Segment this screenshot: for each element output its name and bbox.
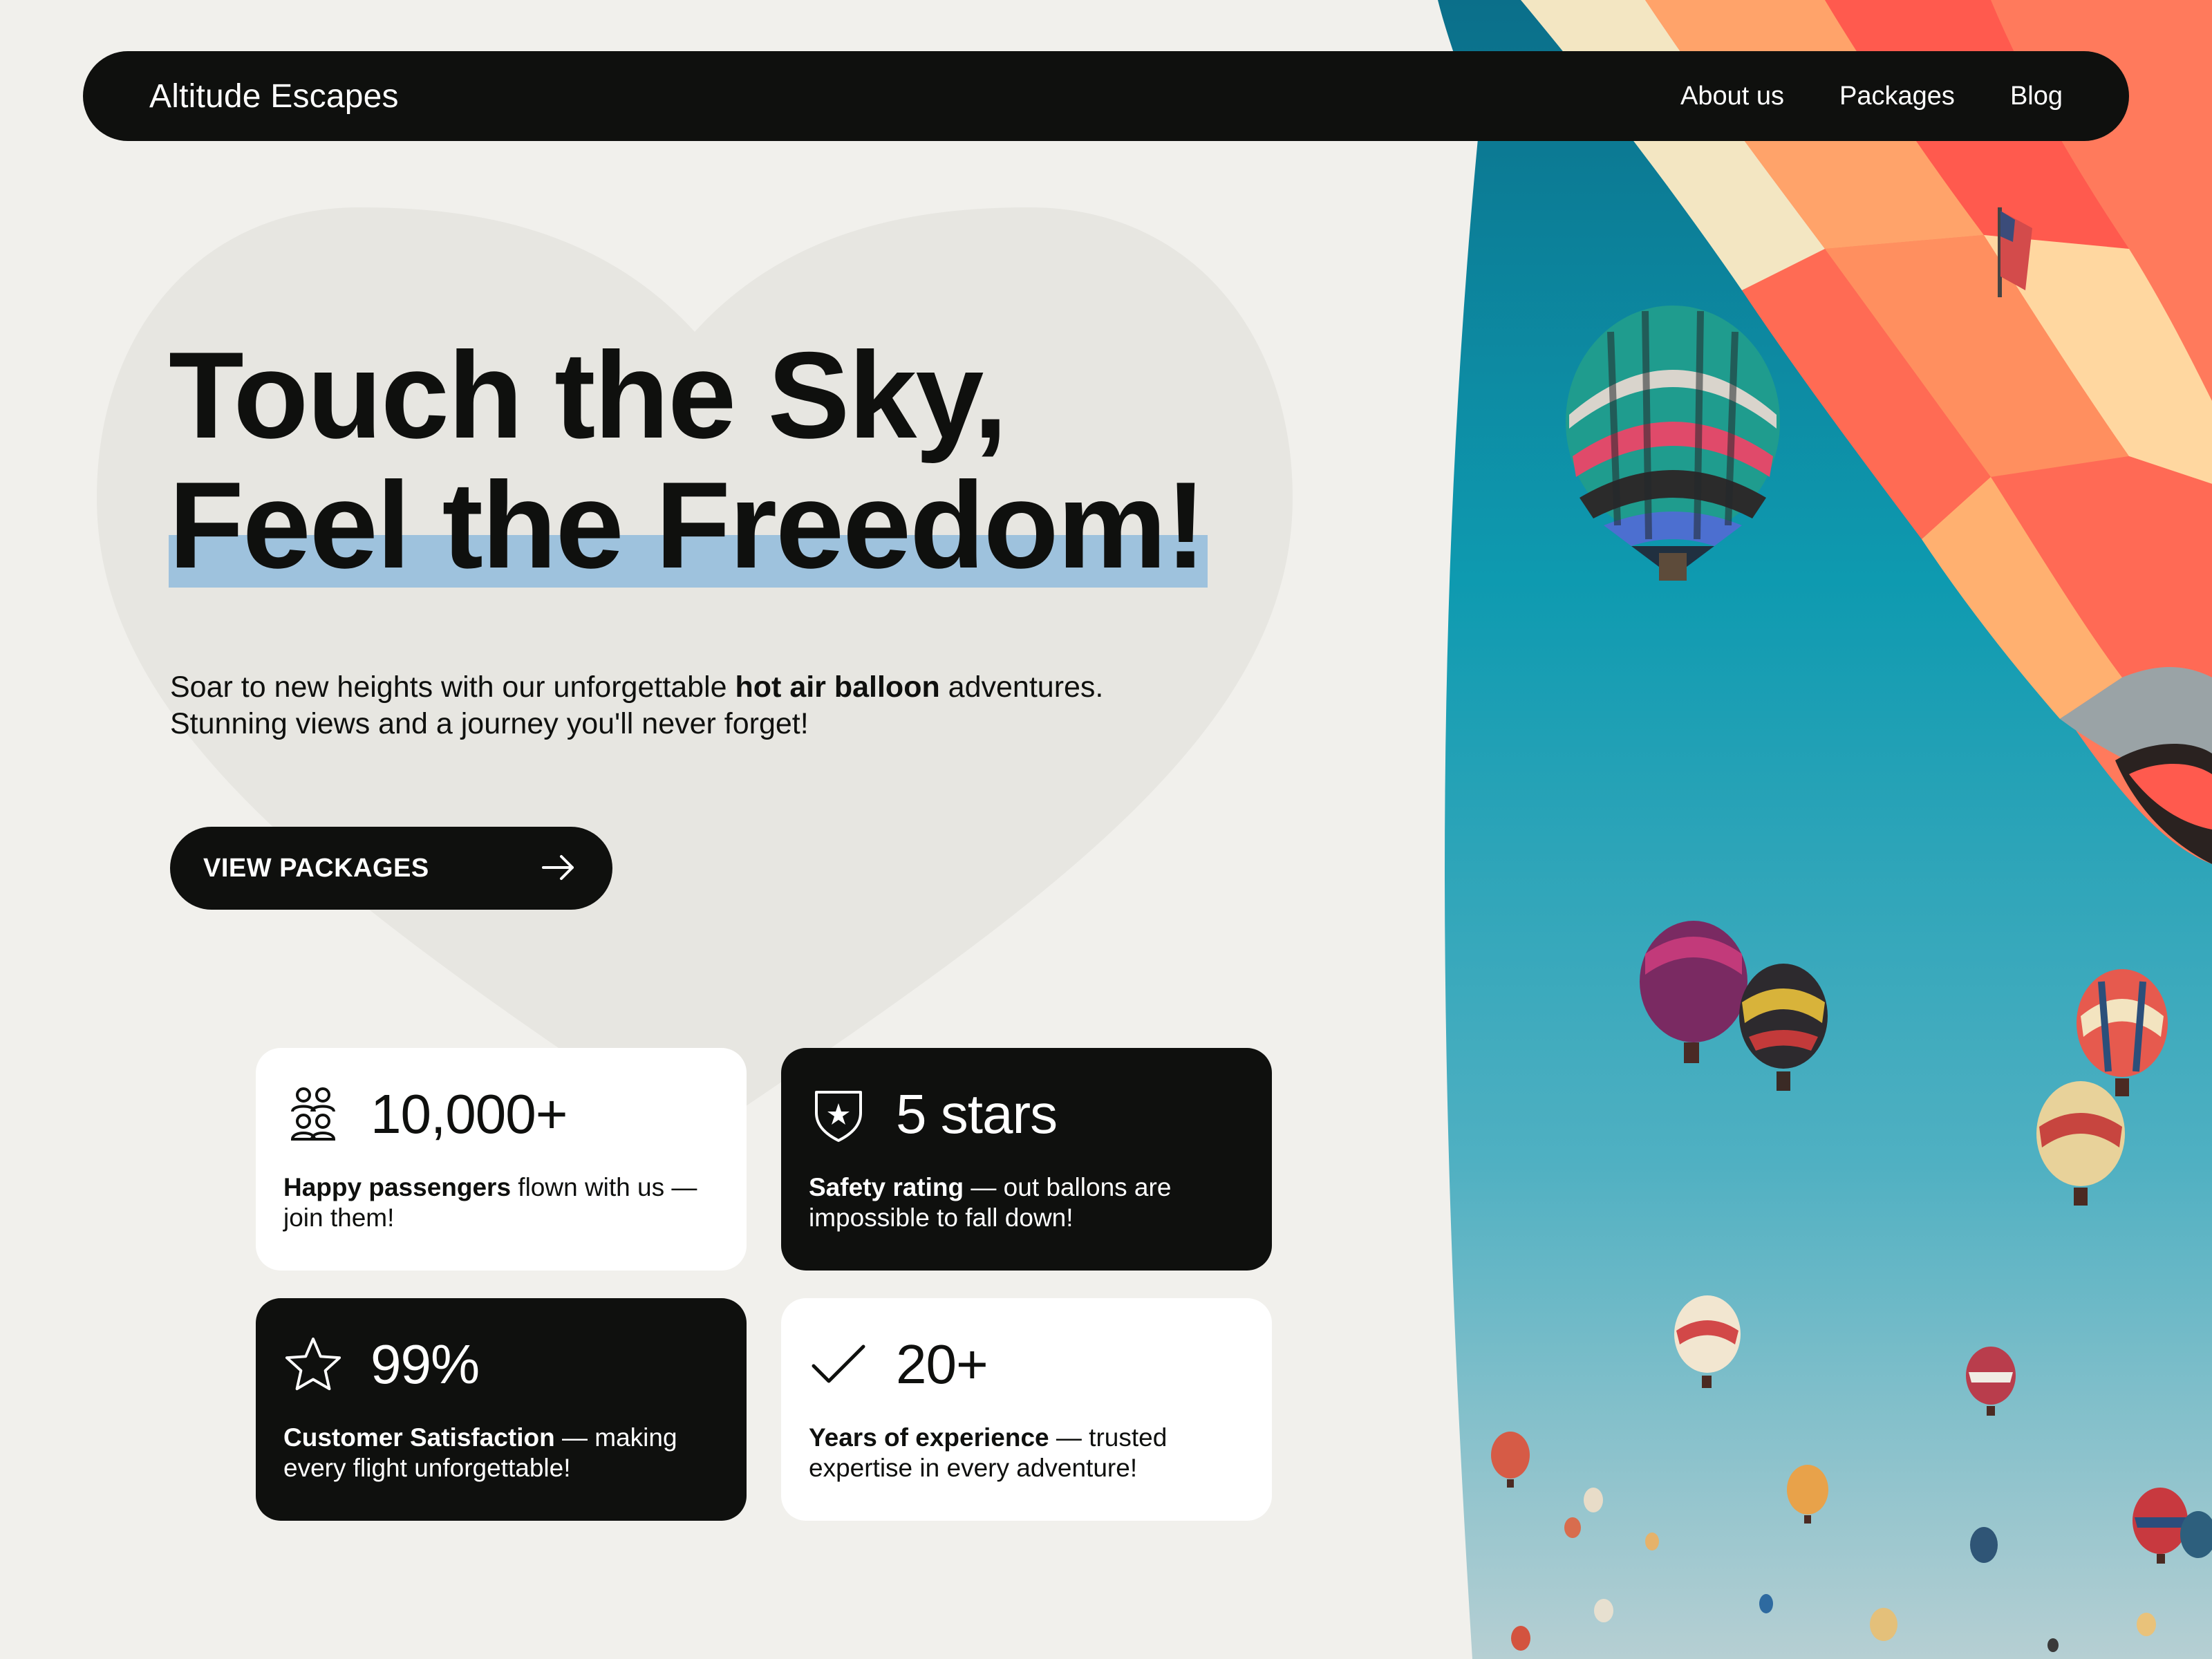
subtext-bold: hot air balloon [735, 671, 940, 704]
headline-line-2: Feel the Freedom! [169, 456, 1208, 594]
brand-logo[interactable]: Altitude Escapes [149, 77, 399, 115]
arrow-right-icon [539, 848, 578, 889]
people-icon [283, 1085, 343, 1144]
stat-desc-passengers: Happy passengers flown with us — join th… [283, 1173, 697, 1232]
nav-link-blog[interactable]: Blog [2010, 82, 2063, 111]
stat-desc-experience: Years of experience — trusted expertise … [809, 1423, 1168, 1482]
stat-value-experience: 20+ [896, 1333, 988, 1395]
hero-subtext: Soar to new heights with our unforgettab… [170, 669, 1248, 742]
hero-headline: Touch the Sky, Feel the Freedom! [169, 326, 1208, 594]
stat-value-safety: 5 stars [896, 1083, 1058, 1145]
nav-link-about[interactable]: About us [1680, 82, 1784, 111]
stat-card-satisfaction: 99% Customer Satisfaction — making every… [256, 1298, 747, 1521]
stat-card-safety: 5 stars Safety rating — out ballons are … [781, 1048, 1272, 1271]
nav-link-packages[interactable]: Packages [1839, 82, 1955, 111]
stat-card-experience: 20+ Years of experience — trusted expert… [781, 1298, 1272, 1521]
stat-desc-safety: Safety rating — out ballons are impossib… [809, 1173, 1172, 1232]
nav-links: About us Packages Blog [1680, 82, 2063, 111]
stat-desc-satisfaction: Customer Satisfaction — making every fli… [283, 1423, 677, 1482]
hero-balloon-photo [1438, 0, 2212, 1659]
check-icon [809, 1335, 868, 1394]
stat-card-passengers: 10,000+ Happy passengers flown with us —… [256, 1048, 747, 1271]
subtext-part-1: Soar to new heights with our unforgettab… [170, 671, 735, 704]
view-packages-label: VIEW PACKAGES [203, 853, 429, 883]
shield-star-icon [809, 1085, 868, 1144]
star-icon [283, 1335, 343, 1394]
top-navbar: Altitude Escapes About us Packages Blog [83, 51, 2129, 141]
stat-value-passengers: 10,000+ [371, 1083, 568, 1145]
view-packages-button[interactable]: VIEW PACKAGES [170, 827, 612, 910]
headline-line-1: Touch the Sky, [169, 326, 1008, 464]
subtext-line-2: Stunning views and a journey you'll neve… [170, 707, 809, 740]
stat-value-satisfaction: 99% [371, 1333, 480, 1395]
subtext-part-2: adventures. [939, 671, 1104, 704]
